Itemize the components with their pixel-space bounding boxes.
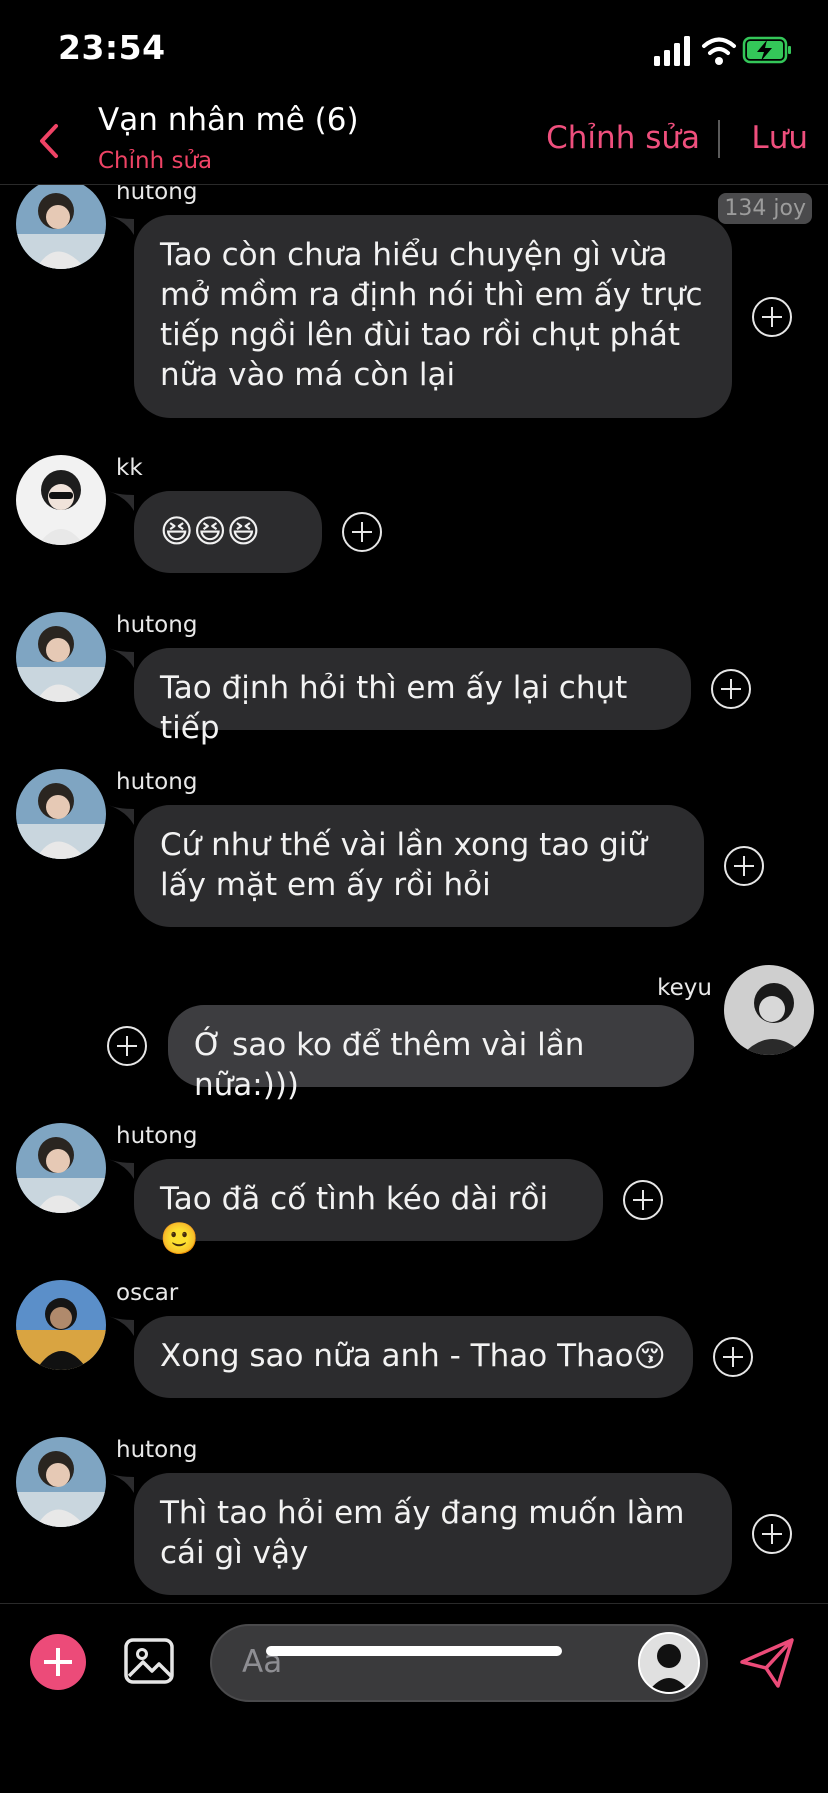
wifi-icon — [702, 37, 736, 65]
plus-circle-icon[interactable] — [752, 1514, 792, 1554]
avatar-oscar-image — [16, 1280, 106, 1370]
header-divider — [718, 120, 720, 158]
chat-feed[interactable]: hutong Tao còn chưa hiểu chuyện gì vừa m… — [0, 185, 828, 1603]
sender-name: hutong — [116, 1123, 198, 1149]
bubble-tail — [108, 648, 134, 668]
avatar-kk-image — [16, 455, 106, 545]
bubble-tail — [108, 1316, 134, 1336]
avatar[interactable] — [724, 965, 814, 1055]
bubble-tail — [108, 215, 134, 235]
bubble-tail — [108, 1159, 134, 1179]
avatar[interactable] — [16, 1437, 106, 1527]
avatar-hutong-image — [16, 185, 106, 269]
chat-header: Vạn nhân mê (6) Chỉnh sửa Chỉnh sửa Lưu — [0, 100, 828, 185]
avatar[interactable] — [16, 185, 106, 269]
message-bubble[interactable]: Cứ như thế vài lần xong tao giữ lấy mặt … — [134, 805, 704, 927]
persona-avatar[interactable] — [638, 1632, 700, 1694]
bubble-tail — [108, 1473, 134, 1493]
persona-avatar-image — [640, 1634, 698, 1692]
message-bubble[interactable]: Tao định hỏi thì em ấy lại chụt tiếp — [134, 648, 691, 746]
plus-circle-icon[interactable] — [107, 1026, 147, 1066]
bubble-tail — [108, 491, 134, 511]
sender-name: oscar — [116, 1280, 179, 1306]
group-title[interactable]: Vạn nhân mê (6) — [98, 102, 359, 138]
sender-name: kk — [116, 455, 143, 481]
gallery-icon[interactable] — [122, 1634, 178, 1690]
avatar-hutong-image — [16, 769, 106, 859]
avatar-hutong-image — [16, 1123, 106, 1213]
add-button[interactable] — [30, 1634, 86, 1690]
reaction-badge[interactable]: 134 joy — [718, 193, 812, 224]
message-bubble[interactable]: 😆😆😆 — [134, 491, 322, 573]
avatar[interactable] — [16, 455, 106, 545]
sender-name: keyu — [657, 975, 712, 1001]
avatar[interactable] — [16, 612, 106, 702]
status-time: 23:54 — [58, 28, 166, 67]
header-subtitle[interactable]: Chỉnh sửa — [98, 148, 212, 174]
avatar[interactable] — [16, 1123, 106, 1213]
plus-circle-icon[interactable] — [711, 669, 751, 709]
message-bubble[interactable]: Tao đã cố tình kéo dài rồi🙂 — [134, 1159, 603, 1257]
status-bar: 23:54 — [0, 0, 828, 100]
save-button[interactable]: Lưu — [751, 120, 808, 156]
bubble-tail — [108, 805, 134, 825]
edit-button[interactable]: Chỉnh sửa — [546, 120, 700, 156]
back-chevron-icon[interactable] — [30, 118, 70, 164]
plus-circle-icon[interactable] — [713, 1337, 753, 1377]
send-icon[interactable] — [738, 1634, 796, 1692]
sender-name: hutong — [116, 769, 198, 795]
composer-bar: Aa — [0, 1603, 828, 1793]
battery-charging-icon — [742, 36, 791, 64]
avatar-keyu-image — [724, 965, 814, 1055]
plus-circle-icon[interactable] — [342, 512, 382, 552]
message-input[interactable]: Aa — [210, 1624, 708, 1702]
signal-icon — [654, 36, 690, 66]
message-bubble[interactable]: Ớ sao ko để thêm vài lần nữa:))) — [168, 1005, 694, 1103]
sender-name: hutong — [116, 1437, 198, 1463]
plus-circle-icon[interactable] — [623, 1180, 663, 1220]
avatar-hutong-image — [16, 1437, 106, 1527]
avatar[interactable] — [16, 769, 106, 859]
avatar[interactable] — [16, 1280, 106, 1370]
message-bubble[interactable]: Xong sao nữa anh - Thao Thao😚 — [134, 1316, 693, 1398]
plus-circle-icon[interactable] — [752, 297, 792, 337]
plus-circle-icon[interactable] — [724, 846, 764, 886]
sender-name: hutong — [116, 612, 198, 638]
status-icons — [654, 36, 791, 66]
home-indicator — [266, 1646, 562, 1656]
avatar-hutong-image — [16, 612, 106, 702]
message-bubble[interactable]: Thì tao hỏi em ấy đang muốn làm cái gì v… — [134, 1473, 732, 1595]
sender-name: hutong — [116, 185, 198, 205]
message-bubble[interactable]: Tao còn chưa hiểu chuyện gì vừa mở mồm r… — [134, 215, 732, 418]
